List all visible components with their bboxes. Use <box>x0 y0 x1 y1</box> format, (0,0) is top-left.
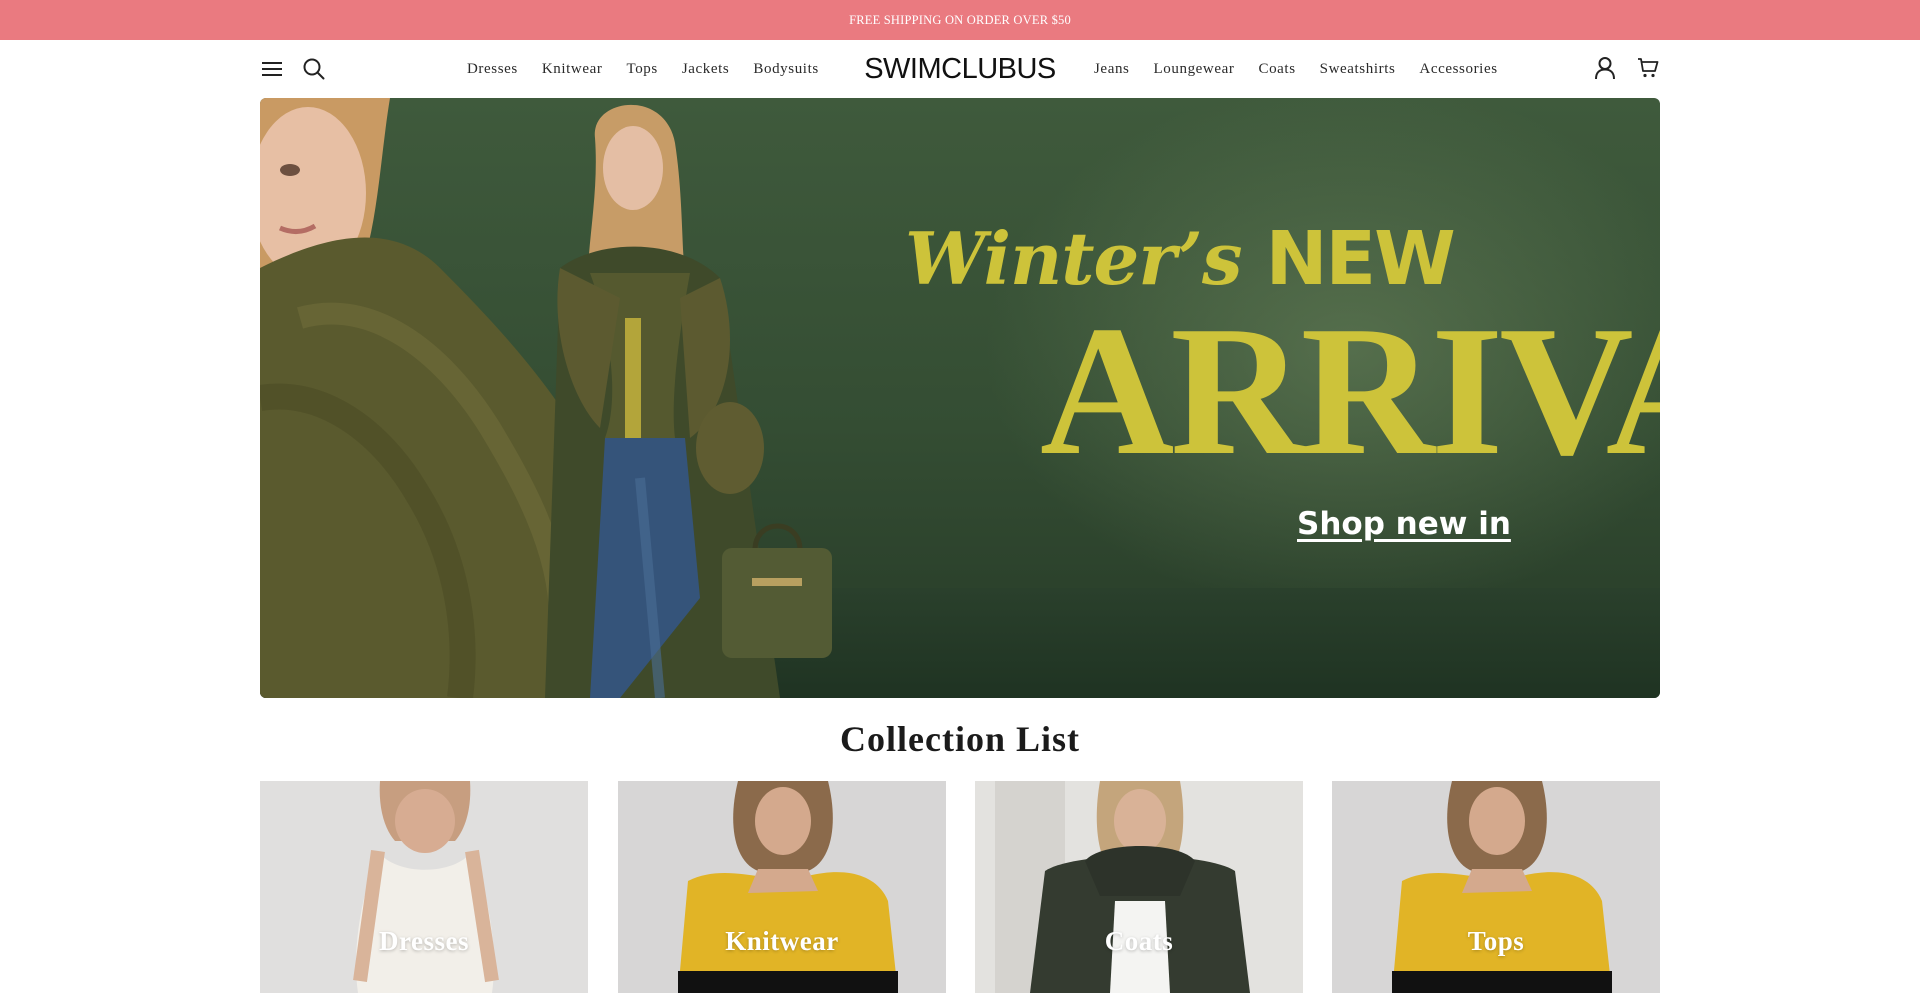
nav-link-jeans[interactable]: Jeans <box>1094 61 1130 78</box>
shop-new-in-link[interactable]: Shop new in <box>1297 506 1511 542</box>
collection-card-coats[interactable]: Coats <box>975 781 1303 993</box>
collection-card-dresses[interactable]: Dresses <box>260 781 588 993</box>
collection-card-label: Dresses <box>379 926 469 956</box>
nav-link-accessories[interactable]: Accessories <box>1419 61 1497 78</box>
site-header: Dresses Knitwear Tops Jackets Bodysuits … <box>0 40 1920 98</box>
tops-image <box>1332 781 1660 993</box>
account-icon[interactable] <box>1591 54 1619 82</box>
collection-card-knitwear[interactable]: Knitwear <box>618 781 946 993</box>
collection-card-label: Knitwear <box>725 926 839 956</box>
nav-link-sweatshirts[interactable]: Sweatshirts <box>1320 61 1396 78</box>
nav-link-loungewear[interactable]: Loungewear <box>1154 61 1235 78</box>
nav-link-dresses[interactable]: Dresses <box>467 61 518 78</box>
menu-icon[interactable] <box>258 56 286 82</box>
knitwear-image <box>618 781 946 993</box>
collection-list-title: Collection List <box>840 719 1080 759</box>
site-logo[interactable]: SWIMCLUBUS <box>860 49 1060 89</box>
cart-icon[interactable] <box>1634 54 1662 82</box>
nav-link-knitwear[interactable]: Knitwear <box>542 61 603 78</box>
nav-link-bodysuits[interactable]: Bodysuits <box>753 61 818 78</box>
hero-banner[interactable]: Winter’s NEW ARRIVAL Shop new in <box>260 98 1660 698</box>
collection-card-tops[interactable]: Tops <box>1332 781 1660 993</box>
primary-nav-left: Dresses Knitwear Tops Jackets Bodysuits <box>467 40 843 98</box>
coats-image <box>975 781 1303 993</box>
announcement-bar: FREE SHIPPING ON ORDER OVER $50 <box>0 0 1920 40</box>
collection-card-label: Tops <box>1467 926 1525 956</box>
search-icon[interactable] <box>300 55 328 83</box>
nav-link-tops[interactable]: Tops <box>626 61 657 78</box>
collection-card-label: Coats <box>1104 926 1174 956</box>
nav-link-coats[interactable]: Coats <box>1258 61 1295 78</box>
primary-nav-right: Jeans Loungewear Coats Sweatshirts Acces… <box>1094 40 1522 98</box>
dresses-image <box>260 781 588 993</box>
hero-headline-line2: ARRIVAL <box>1040 288 1660 494</box>
nav-link-jackets[interactable]: Jackets <box>682 61 730 78</box>
announcement-text: FREE SHIPPING ON ORDER OVER $50 <box>849 12 1071 27</box>
